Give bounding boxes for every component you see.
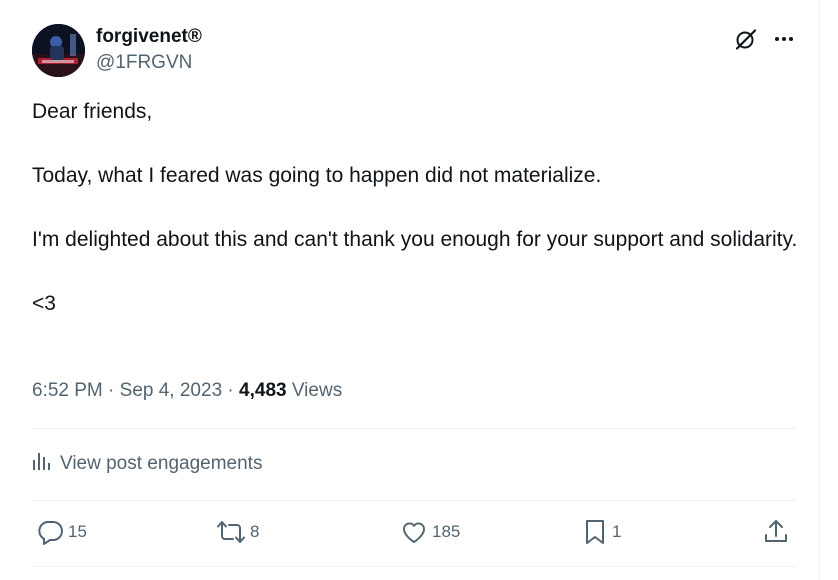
tweet-text-line: Dear friends, bbox=[32, 100, 153, 123]
tweet-time[interactable]: 6:52 PM bbox=[32, 380, 103, 401]
view-engagements-label: View post engagements bbox=[60, 453, 263, 474]
tweet-date[interactable]: Sep 4, 2023 bbox=[120, 380, 222, 401]
heart-icon bbox=[400, 518, 428, 546]
reply-button[interactable]: 15 bbox=[36, 512, 87, 552]
repost-count: 8 bbox=[250, 522, 260, 541]
divider bbox=[32, 566, 796, 567]
action-bar: 15 8 185 1 bbox=[32, 512, 796, 552]
more-icon[interactable] bbox=[771, 26, 797, 52]
meta-separator: · bbox=[222, 380, 240, 401]
display-name[interactable]: forgivenet® bbox=[96, 26, 202, 48]
tweet-text-line: <3 bbox=[32, 292, 56, 315]
tweet-text-line: I'm delighted about this and can't thank… bbox=[32, 228, 798, 251]
view-engagements-link[interactable]: View post engagements bbox=[32, 450, 262, 478]
views-count: 4,483 bbox=[239, 380, 287, 401]
like-button[interactable]: 185 bbox=[400, 512, 460, 552]
tweet-text-line: Today, what I feared was going to happen… bbox=[32, 164, 602, 187]
analytics-icon bbox=[32, 451, 52, 477]
bookmark-count: 1 bbox=[612, 522, 622, 541]
divider bbox=[32, 500, 796, 501]
repost-icon bbox=[216, 518, 246, 546]
avatar-image bbox=[32, 24, 85, 77]
avatar[interactable] bbox=[32, 24, 85, 77]
like-count: 185 bbox=[432, 522, 461, 541]
share-button[interactable] bbox=[762, 512, 790, 552]
handle[interactable]: @1FRGVN bbox=[96, 52, 192, 74]
grok-icon[interactable] bbox=[733, 26, 759, 52]
divider bbox=[32, 428, 796, 429]
column-border bbox=[819, 0, 820, 580]
views-label: Views bbox=[286, 380, 343, 401]
reply-icon bbox=[36, 518, 64, 546]
share-icon bbox=[762, 518, 790, 546]
bookmark-button[interactable]: 1 bbox=[582, 512, 621, 552]
bookmark-icon bbox=[582, 518, 608, 546]
tweet-header: forgivenet® @1FRGVN bbox=[32, 24, 802, 80]
repost-button[interactable]: 8 bbox=[216, 512, 259, 552]
reply-count: 15 bbox=[68, 522, 87, 541]
tweet-text: Dear friends, Today, what I feared was g… bbox=[32, 96, 807, 320]
meta-separator: · bbox=[102, 380, 120, 401]
tweet-meta: 6:52 PM · Sep 4, 2023 · 4,483 Views bbox=[32, 380, 342, 402]
